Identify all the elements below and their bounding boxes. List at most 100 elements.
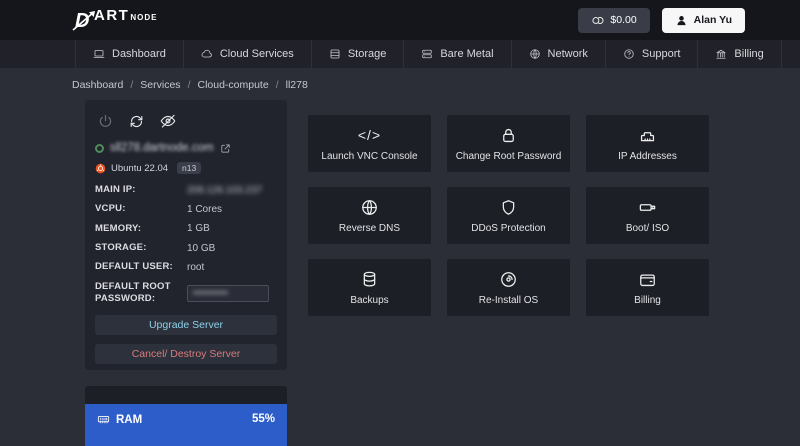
tile-label: Backups <box>350 295 389 306</box>
hostname-row: sll278.dartnode.com <box>95 140 277 162</box>
os-name: Ubuntu 22.04 <box>111 162 169 174</box>
cloud-icon <box>201 48 213 60</box>
nav-item-label: Billing <box>734 48 764 60</box>
shield-icon <box>499 197 518 217</box>
balance-amount: $0.00 <box>610 14 637 26</box>
action-ddos-protection[interactable]: DDoS Protection <box>447 187 570 244</box>
usb-drive-icon <box>638 197 657 217</box>
tile-label: Boot/ ISO <box>625 223 670 234</box>
breadcrumb-services[interactable]: Services <box>140 79 180 91</box>
main-ip-value: 209.126.103.237 <box>187 184 263 196</box>
ram-usage-bar[interactable]: RAM 55% <box>85 404 287 446</box>
servers-icon <box>421 48 433 60</box>
breadcrumb-cloud-compute[interactable]: Cloud-compute <box>197 79 268 91</box>
database-icon <box>360 269 379 289</box>
cancel-destroy-server-button[interactable]: Cancel/ Destroy Server <box>95 344 277 365</box>
nav-item-label: Bare Metal <box>440 48 494 60</box>
lock-icon <box>499 125 518 145</box>
refresh-icon[interactable] <box>128 113 145 130</box>
brand-text: ART <box>94 7 130 24</box>
nav-item-bare-metal[interactable]: Bare Metal <box>403 40 510 68</box>
breadcrumb-server-id[interactable]: ll278 <box>286 79 308 91</box>
server-details: MAIN IP: 209.126.103.237 VCPU: 1 Cores M… <box>95 184 277 305</box>
user-name: Alan Yu <box>693 14 732 26</box>
eye-off-icon[interactable] <box>159 112 177 130</box>
breadcrumb-dashboard[interactable]: Dashboard <box>72 79 123 91</box>
os-row: Ubuntu 22.04 n13 <box>95 162 277 184</box>
wallet-icon <box>638 269 657 289</box>
nav-item-network[interactable]: Network <box>510 40 605 68</box>
server-action-grid: </> Launch VNC Console Change Root Passw… <box>308 115 709 316</box>
server-controls <box>95 110 277 140</box>
vcpu-value: 1 Cores <box>187 204 223 216</box>
tile-label: Billing <box>634 295 661 306</box>
nav-item-cloud-services[interactable]: Cloud Services <box>182 40 311 68</box>
breadcrumb-separator: / <box>187 79 191 91</box>
breadcrumb: Dashboard / Services / Cloud-compute / l… <box>72 79 308 91</box>
root-password-field[interactable]: •••••••••• <box>187 284 269 302</box>
detail-label: DEFAULT ROOT PASSWORD: <box>95 280 171 305</box>
status-indicator <box>95 143 104 153</box>
code-icon: </> <box>357 127 382 143</box>
server-hostname[interactable]: sll278.dartnode.com <box>110 142 214 154</box>
header-actions: $0.00 Alan Yu <box>578 7 745 33</box>
detail-row-root-password: DEFAULT ROOT PASSWORD: •••••••••• <box>95 281 277 306</box>
detail-row-memory: MEMORY: 1 GB <box>95 223 277 235</box>
action-launch-vnc-console[interactable]: </> Launch VNC Console <box>308 115 431 172</box>
top-header: D ART NODE $0.00 Alan Yu <box>0 0 800 40</box>
external-link-icon[interactable] <box>220 143 231 154</box>
breadcrumb-separator: / <box>275 79 279 91</box>
ram-label-group: RAM <box>97 413 142 426</box>
power-icon[interactable] <box>97 113 114 130</box>
nav-item-dashboard[interactable]: Dashboard <box>75 40 183 68</box>
brand-suffix-text: NODE <box>130 13 158 22</box>
coins-icon <box>592 16 604 24</box>
dartnode-logo[interactable]: D ART NODE <box>70 7 157 33</box>
tile-label: Change Root Password <box>455 151 562 162</box>
action-reverse-dns[interactable]: Reverse DNS <box>308 187 431 244</box>
nav-item-billing[interactable]: Billing <box>697 40 782 68</box>
user-icon <box>677 15 686 25</box>
network-icon <box>529 48 541 60</box>
ram-percent: 55% <box>251 413 275 425</box>
default-user-value: root <box>187 262 205 274</box>
disc-icon <box>499 269 518 289</box>
action-reinstall-os[interactable]: Re-Install OS <box>447 259 570 316</box>
action-boot-iso[interactable]: Boot/ ISO <box>586 187 709 244</box>
nav-item-label: Support <box>641 48 681 60</box>
tile-label: Reverse DNS <box>338 223 401 234</box>
detail-label: STORAGE: <box>95 242 147 254</box>
nav-item-storage[interactable]: Storage <box>310 40 404 68</box>
storage-icon <box>329 48 341 60</box>
action-billing[interactable]: Billing <box>586 259 709 316</box>
memory-value: 1 GB <box>187 223 210 235</box>
nav-item-label: Network <box>547 48 588 60</box>
detail-row-vcpu: VCPU: 1 Cores <box>95 203 277 215</box>
globe-icon <box>360 197 379 217</box>
detail-label: VCPU: <box>95 203 126 215</box>
svg-text:D: D <box>75 10 89 32</box>
tile-label: Launch VNC Console <box>321 151 418 162</box>
ram-chip-icon <box>97 416 110 424</box>
detail-row-default-user: DEFAULT USER: root <box>95 261 277 273</box>
detail-label: MEMORY: <box>95 222 142 234</box>
ubuntu-icon <box>95 163 106 173</box>
node-badge: n13 <box>177 162 202 174</box>
nav-item-label: Storage <box>347 48 387 60</box>
root-password-value: •••••••••• <box>193 287 229 299</box>
tile-label: DDoS Protection <box>471 223 546 234</box>
support-icon <box>623 48 635 60</box>
bank-icon <box>715 48 727 60</box>
breadcrumb-separator: / <box>130 79 134 91</box>
balance-button[interactable]: $0.00 <box>578 7 650 33</box>
action-backups[interactable]: Backups <box>308 259 431 316</box>
user-button[interactable]: Alan Yu <box>661 7 745 33</box>
action-change-root-password[interactable]: Change Root Password <box>447 115 570 172</box>
upgrade-server-button[interactable]: Upgrade Server <box>95 315 277 336</box>
action-ip-addresses[interactable]: IP Addresses <box>586 115 709 172</box>
detail-label: MAIN IP: <box>95 184 136 195</box>
usage-panel: RAM 55% <box>85 386 287 446</box>
server-panel: sll278.dartnode.com Ubuntu 22.04 n13 MAI… <box>85 100 287 370</box>
storage-value: 10 GB <box>187 242 216 254</box>
nav-item-support[interactable]: Support <box>604 40 698 68</box>
